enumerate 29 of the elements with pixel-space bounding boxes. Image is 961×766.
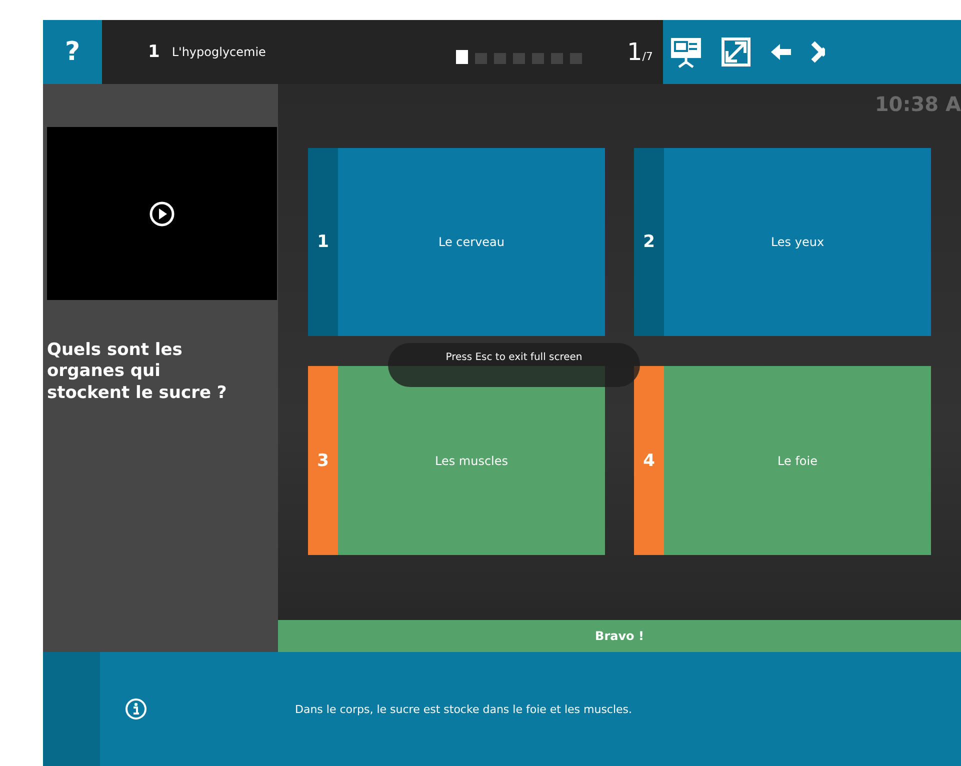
- explanation-text: Dans le corps, le sucre est stocke dans le foie et les muscles.: [295, 702, 632, 716]
- back-arrow-icon[interactable]: [768, 42, 793, 62]
- feedback-bar: Bravo !: [278, 620, 961, 652]
- fullscreen-tooltip: Press Esc to exit full screen: [388, 343, 640, 387]
- expand-icon[interactable]: [720, 37, 751, 67]
- answer-label: Le cerveau: [437, 235, 506, 249]
- lesson-number: 1: [148, 42, 160, 62]
- answer-card[interactable]: 4 Le foie: [634, 366, 931, 555]
- progress-step[interactable]: [456, 50, 468, 64]
- answer-card[interactable]: 1 Le cerveau: [308, 148, 605, 336]
- answer-number: 4: [634, 366, 664, 555]
- answer-number: 3: [308, 366, 338, 555]
- clock-time: 10:38 A: [874, 92, 961, 118]
- answer-number: 1: [308, 148, 338, 336]
- help-button[interactable]: ?: [43, 20, 102, 84]
- answer-label: Les yeux: [770, 235, 826, 249]
- answer-label: Les muscles: [434, 454, 510, 468]
- answer-card[interactable]: 3 Les muscles: [308, 366, 605, 555]
- info-icon[interactable]: [125, 698, 147, 720]
- page-number: 1: [626, 38, 642, 66]
- page-total: /7: [642, 50, 653, 62]
- close-icon[interactable]: [810, 40, 825, 64]
- answer-card[interactable]: 2 Les yeux: [634, 148, 931, 336]
- play-icon[interactable]: [149, 200, 175, 226]
- lesson-title: L'hypoglycemie: [172, 45, 266, 59]
- answer-number: 2: [634, 148, 664, 336]
- answer-label: Le foie: [776, 454, 818, 468]
- presentation-icon[interactable]: [668, 35, 703, 69]
- question-text: Quels sont les organes qui stockent le sucre ?: [46, 340, 228, 404]
